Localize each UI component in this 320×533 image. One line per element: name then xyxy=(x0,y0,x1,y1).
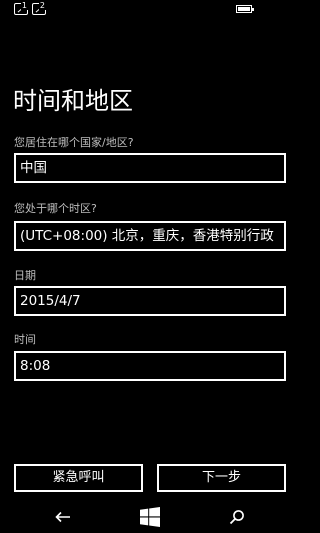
sim-2-no-signal-icon: 2 xyxy=(32,2,46,15)
emergency-call-button[interactable]: 紧急呼叫 xyxy=(14,464,143,492)
windows-logo-icon[interactable] xyxy=(135,500,165,533)
date-picker[interactable]: 2015/4/7 xyxy=(14,286,286,316)
time-picker[interactable]: 8:08 xyxy=(14,351,286,381)
country-select[interactable]: 中国 xyxy=(14,153,286,183)
search-icon[interactable] xyxy=(222,500,252,533)
country-label: 您居住在哪个国家/地区? xyxy=(14,136,134,149)
navigation-bar xyxy=(0,500,300,533)
battery-icon xyxy=(236,5,254,13)
time-label: 时间 xyxy=(14,333,36,346)
date-label: 日期 xyxy=(14,269,36,282)
sim-1-no-signal-icon: 1 xyxy=(14,2,28,15)
back-arrow-icon[interactable] xyxy=(48,500,78,533)
timezone-label: 您处于哪个时区? xyxy=(14,202,97,215)
next-button[interactable]: 下一步 xyxy=(157,464,286,492)
page-title: 时间和地区 xyxy=(13,87,133,115)
status-bar: 1 2 xyxy=(0,0,300,20)
timezone-select[interactable]: (UTC+08:00) 北京，重庆，香港特别行政 xyxy=(14,221,286,251)
